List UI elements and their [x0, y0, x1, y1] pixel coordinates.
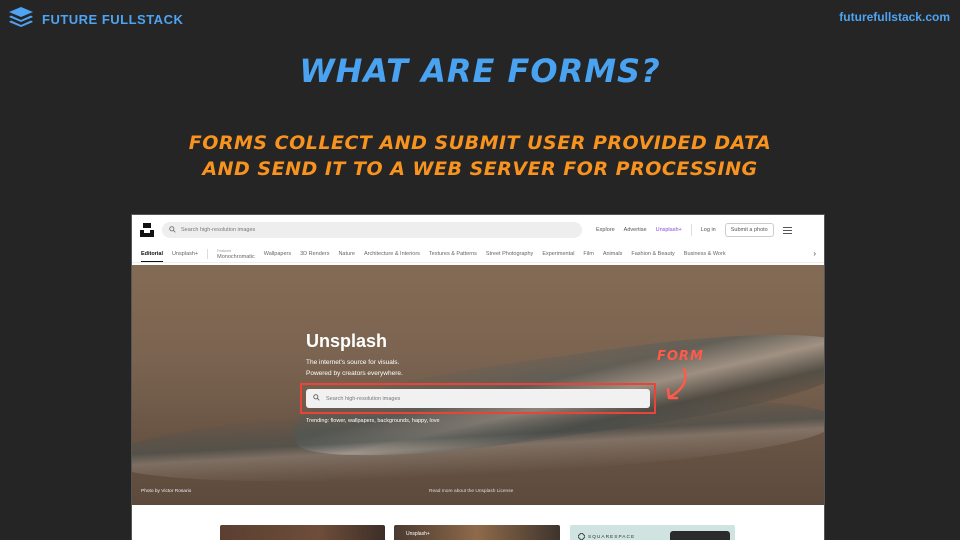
curved-arrow-icon: [666, 367, 687, 400]
slide-subtitle: FORMS COLLECT AND SUBMIT USER PROVIDED D…: [0, 130, 960, 182]
hamburger-menu-icon[interactable]: [782, 226, 792, 234]
nav-unsplash-plus[interactable]: Unsplash+: [656, 227, 682, 233]
tab-animals[interactable]: Animals: [603, 251, 623, 257]
stacked-layers-icon: [8, 6, 34, 33]
thumbnail-card[interactable]: [220, 525, 385, 540]
device-image: [670, 531, 730, 540]
plus-tag: Unsplash+: [406, 531, 430, 537]
tab-business[interactable]: Business & Work: [684, 251, 726, 257]
search-icon: [313, 394, 320, 403]
tab-wallpapers[interactable]: Wallpapers: [264, 251, 291, 257]
tab-film[interactable]: Film: [583, 251, 593, 257]
photo-credit[interactable]: Photo by Victor Rosario: [141, 489, 191, 494]
form-annotation-label: FORM: [657, 349, 704, 364]
category-bar: Editorial Unsplash+ Featured Monochromat…: [132, 245, 824, 263]
tab-fashion[interactable]: Fashion & Beauty: [631, 251, 674, 257]
website-screenshot: Search high-resolution images Explore Ad…: [131, 214, 825, 540]
top-nav: Explore Advertise Unsplash+ Log in Submi…: [596, 223, 792, 237]
submit-photo-button[interactable]: Submit a photo: [724, 223, 774, 237]
brand: FUTURE FULLSTACK: [8, 6, 183, 33]
top-search-input[interactable]: Search high-resolution images: [162, 222, 582, 238]
subtitle-line-1: FORMS COLLECT AND SUBMIT USER PROVIDED D…: [188, 132, 772, 154]
nav-advertise[interactable]: Advertise: [624, 227, 647, 233]
top-search-placeholder: Search high-resolution images: [181, 227, 256, 233]
squarespace-icon: [577, 532, 586, 540]
chevron-right-icon[interactable]: ›: [809, 249, 816, 258]
squarespace-logo: SQUARESPACE: [577, 532, 635, 540]
tab-street[interactable]: Street Photography: [486, 251, 533, 257]
tab-textures[interactable]: Textures & Patterns: [429, 251, 477, 257]
hero-search-placeholder: Search high-resolution images: [326, 395, 401, 402]
license-note[interactable]: Read more about the Unsplash License: [429, 489, 513, 494]
trending-links[interactable]: Trending: flower, wallpapers, background…: [306, 418, 440, 424]
tab-unsplash-plus[interactable]: Unsplash+: [172, 251, 198, 257]
slide-title: WHAT ARE FORMS?: [299, 52, 661, 90]
tab-3d-renders[interactable]: 3D Renders: [300, 251, 329, 257]
hero-description: The internet's source for visuals. Power…: [306, 359, 403, 377]
hero-search-input[interactable]: Search high-resolution images: [306, 389, 650, 408]
tab-nature[interactable]: Nature: [338, 251, 355, 257]
brand-name: FUTURE FULLSTACK: [42, 12, 184, 27]
tab-architecture[interactable]: Architecture & Interiors: [364, 251, 420, 257]
nav-explore[interactable]: Explore: [596, 227, 615, 233]
subtitle-line-2: AND SEND IT TO A WEB SERVER FOR PROCESSI…: [202, 158, 758, 180]
tab-editorial[interactable]: Editorial: [141, 251, 164, 262]
unsplash-logo-icon[interactable]: [140, 223, 154, 237]
category-divider: [207, 248, 209, 259]
tab-experimental[interactable]: Experimental: [542, 251, 574, 257]
tab-monochromatic[interactable]: Featured Monochromatic: [217, 248, 255, 260]
hero-section: Unsplash The internet's source for visua…: [132, 265, 824, 505]
hero-title: Unsplash: [306, 331, 388, 351]
thumbnail-card-plus[interactable]: Unsplash+: [394, 525, 560, 540]
login-link[interactable]: Log in: [701, 227, 716, 233]
nav-divider: [690, 224, 692, 236]
thumbnail-card-ad[interactable]: SQUARESPACE: [570, 525, 735, 540]
site-url[interactable]: futurefullstack.com: [839, 10, 950, 24]
search-icon: [169, 225, 176, 235]
top-bar: Search high-resolution images Explore Ad…: [132, 215, 824, 245]
